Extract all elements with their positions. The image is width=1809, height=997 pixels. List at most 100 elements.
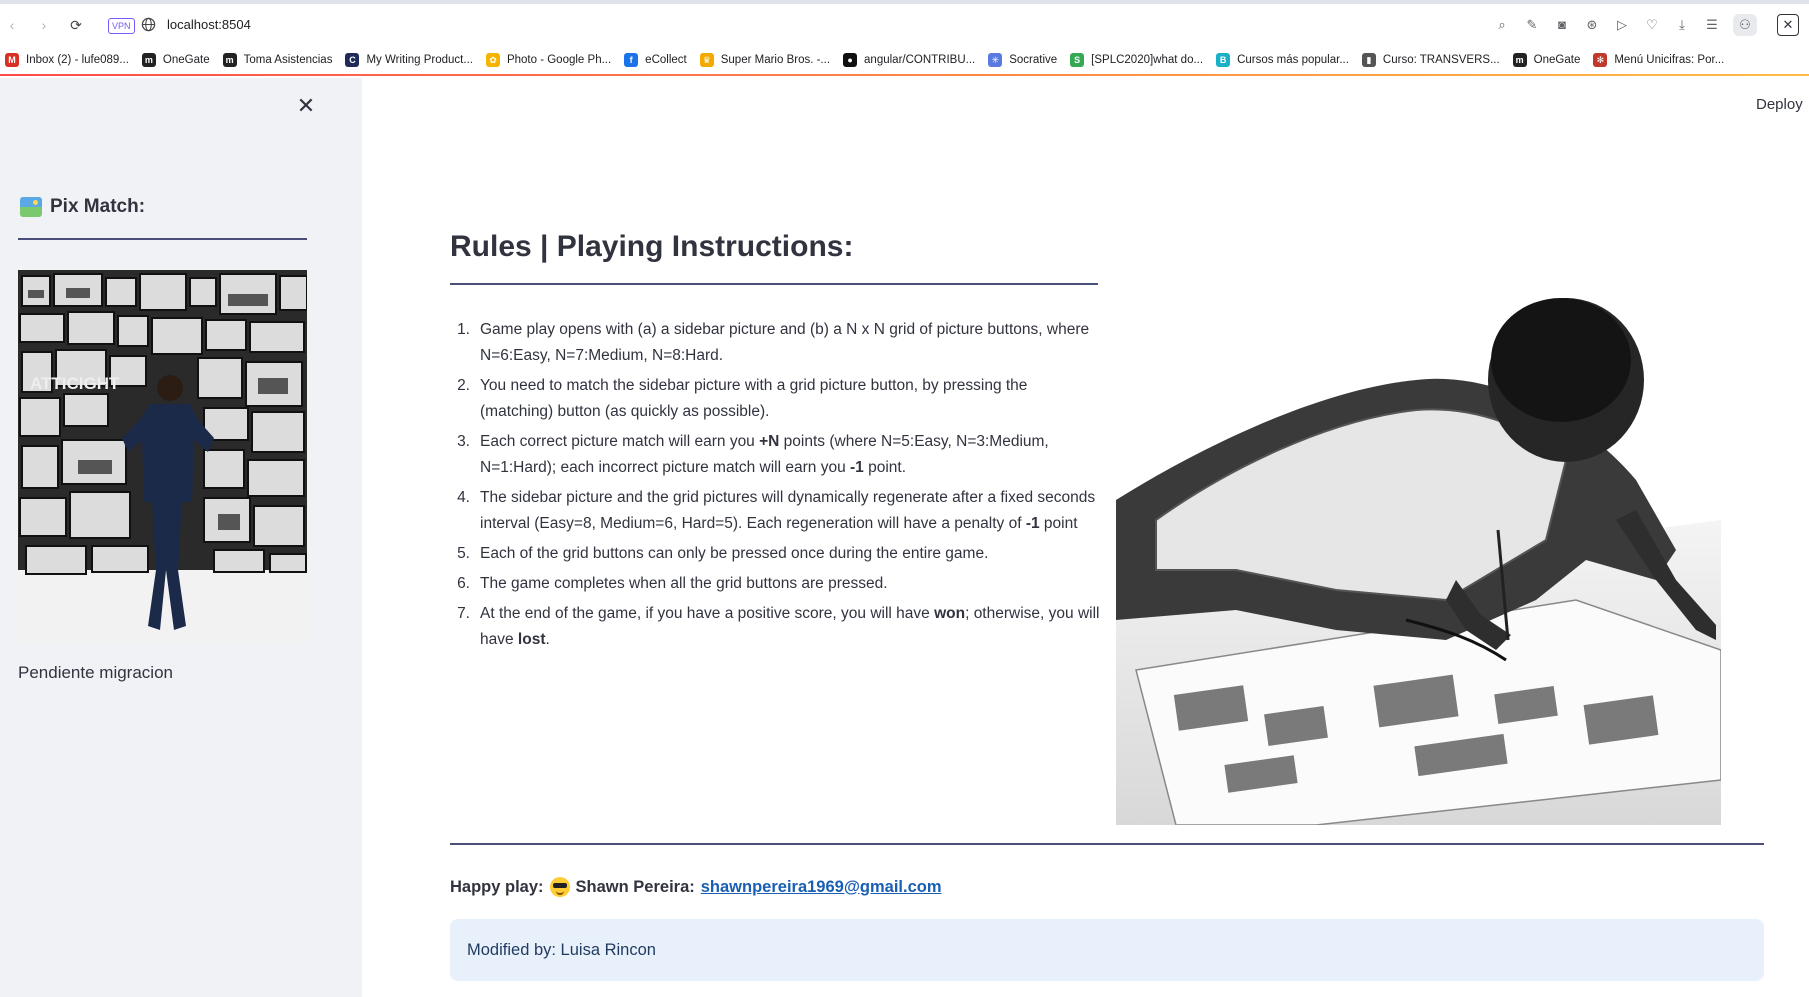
rule-text: Each of the grid buttons can only be pre… — [480, 545, 989, 562]
bookmark-label: Inbox (2) - lufe089... — [26, 53, 129, 66]
page-title: Rules | Playing Instructions: — [450, 230, 854, 263]
bookmark-label: OneGate — [162, 53, 210, 66]
bookmark-item[interactable]: ✿ Photo - Google Ph... — [485, 52, 612, 67]
zoom-icon[interactable]: ⌕ — [1493, 14, 1511, 36]
rule-text: Each correct picture match will earn you… — [480, 433, 1049, 476]
rules-list: 1. Game play opens with (a) a sidebar pic… — [450, 317, 1100, 657]
rule-item: 3. Each correct picture match will earn y… — [450, 429, 1100, 481]
bookmark-item[interactable]: C My Writing Product... — [345, 52, 473, 67]
sidebar-divider — [18, 238, 307, 240]
bookmarks-bar: M Inbox (2) - lufe089... m OneGate m Toma Asi… — [0, 45, 1809, 76]
bookmark-item[interactable]: ✳ Socrative — [988, 52, 1058, 67]
bookmark-label: My Writing Product... — [366, 53, 473, 66]
bookmark-favicon-icon: ♛ — [699, 52, 714, 67]
rule-number: 4. — [457, 489, 470, 506]
rule-number: 7. — [457, 605, 470, 622]
footer-divider — [450, 843, 1764, 845]
rule-number: 1. — [457, 321, 470, 338]
bookmark-favicon-icon: C — [345, 52, 360, 67]
bookmark-label: Cursos más popular... — [1237, 53, 1349, 66]
bookmark-label: Super Mario Bros. -... — [720, 53, 831, 66]
bookmark-item[interactable]: ▮ Curso: TRANSVERS... — [1361, 52, 1500, 67]
title-divider — [450, 283, 1098, 285]
rule-item: 2. You need to match the sidebar picture … — [450, 373, 1100, 425]
bookmark-item[interactable]: M Inbox (2) - lufe089... — [5, 52, 129, 67]
bookmark-item[interactable]: ♛ Super Mario Bros. -... — [699, 52, 831, 67]
sunglasses-emoji-icon — [549, 877, 570, 897]
deploy-button[interactable]: Deploy — [1756, 96, 1803, 113]
credits-prefix: Happy play: — [450, 877, 544, 896]
bookmark-favicon-icon: f — [624, 52, 639, 67]
bookmark-label: Socrative — [1009, 53, 1058, 66]
credits-line: Happy play: Shawn Pereira: shawnpereira1… — [450, 877, 942, 897]
bookmark-label: Curso: TRANSVERS... — [1382, 53, 1500, 66]
bookmark-item[interactable]: ● angular/CONTRIBU... — [843, 52, 976, 67]
bookmark-label: eCollect — [645, 53, 687, 66]
bookmark-item[interactable]: m OneGate — [1512, 52, 1581, 67]
bookmark-label: angular/CONTRIBU... — [864, 53, 976, 66]
rule-text: You need to match the sidebar picture wi… — [480, 377, 1028, 420]
bookmark-label: Menú Unicifras: Por... — [1614, 53, 1725, 66]
heart-icon[interactable]: ♡ — [1643, 14, 1661, 36]
rule-number: 6. — [457, 575, 470, 592]
bookmark-favicon-icon: m — [222, 52, 237, 67]
bookmark-item[interactable]: B Cursos más popular... — [1216, 52, 1349, 67]
modified-by-text: Modified by: Luisa Rincon — [467, 940, 656, 959]
vpn-badge[interactable]: VPN — [108, 18, 135, 34]
close-sidebar-icon[interactable]: ✕ — [296, 95, 316, 117]
reload-icon[interactable]: ⟳ — [68, 17, 84, 33]
globe-icon — [141, 17, 156, 32]
bookmark-favicon-icon: ✿ — [485, 52, 500, 67]
bookmark-favicon-icon: M — [5, 52, 19, 67]
sidebar-title: Pix Match: — [20, 196, 145, 218]
bookmark-favicon-icon: B — [1216, 52, 1231, 67]
bookmark-favicon-icon: m — [141, 52, 156, 67]
forward-icon[interactable]: › — [36, 17, 52, 33]
rule-text: The sidebar picture and the grid picture… — [480, 489, 1096, 532]
rule-item: 7. At the end of the game, if you have a … — [450, 601, 1100, 653]
hero-illustration — [1116, 220, 1721, 825]
back-icon[interactable]: ‹ — [4, 17, 20, 33]
bookmark-favicon-icon: ✻ — [1593, 52, 1608, 67]
sidebar-picture: ATTICIGHT — [18, 270, 307, 642]
bookmark-label: OneGate — [1533, 53, 1581, 66]
bookmark-item[interactable]: m Toma Asistencias — [222, 52, 333, 67]
sidebar-caption: Pendiente migracion — [18, 663, 173, 682]
bookmark-item[interactable]: m OneGate — [141, 52, 210, 67]
menu-icon[interactable]: ☰ — [1703, 14, 1721, 36]
bookmark-label: Photo - Google Ph... — [506, 53, 612, 66]
rule-item: 1. Game play opens with (a) a sidebar pic… — [450, 317, 1100, 369]
rule-text: Game play opens with (a) a sidebar pictu… — [480, 321, 1090, 364]
download-icon[interactable]: ⤓ — [1673, 14, 1691, 36]
picture-icon — [20, 197, 42, 217]
bookmark-favicon-icon: S — [1070, 52, 1085, 67]
rule-item: 6. The game completes when all the grid b… — [450, 571, 1100, 597]
bookmark-item[interactable]: f eCollect — [624, 52, 687, 67]
extension-icon[interactable]: ✕ — [1777, 14, 1799, 36]
address-bar[interactable]: localhost:8504 — [167, 17, 251, 32]
bookmark-favicon-icon: m — [1512, 52, 1527, 67]
bookmark-favicon-icon: ● — [843, 52, 858, 67]
rule-text: At the end of the game, if you have a po… — [480, 605, 1100, 648]
browser-toolbar: ‹ › ⟳ VPN localhost:8504 ⌕ ✎ ◙ ⊛ ▷ ♡ ⤓ ☰… — [0, 0, 1809, 45]
modified-by-info-box: Modified by: Luisa Rincon — [450, 919, 1764, 981]
play-icon[interactable]: ▷ — [1613, 14, 1631, 36]
credits-author: Shawn Pereira: — [575, 877, 695, 896]
rule-number: 3. — [457, 433, 470, 450]
sidebar: ✕ Pix Match: ATTICIGHT Pendiente migraci… — [0, 78, 362, 997]
rule-number: 2. — [457, 377, 470, 394]
rule-text: The game completes when all the grid but… — [480, 575, 888, 592]
shield-icon[interactable]: ⊛ — [1583, 14, 1601, 36]
edit-icon[interactable]: ✎ — [1523, 14, 1541, 36]
sidebar-picture-text: ATTICIGHT — [30, 374, 120, 393]
camera-icon[interactable]: ◙ — [1553, 14, 1571, 36]
bookmark-item[interactable]: ✻ Menú Unicifras: Por... — [1593, 52, 1725, 67]
profile-icon[interactable]: ⚇ — [1733, 14, 1757, 36]
sidebar-title-text: Pix Match: — [50, 196, 146, 217]
rule-item: 4. The sidebar picture and the grid pictu… — [450, 485, 1100, 537]
author-email-link[interactable]: shawnpereira1969@gmail.com — [701, 878, 942, 897]
bookmark-label: Toma Asistencias — [243, 53, 333, 66]
rule-number: 5. — [457, 545, 470, 562]
rule-item: 5. Each of the grid buttons can only be p… — [450, 541, 1100, 567]
bookmark-item[interactable]: S [SPLC2020]what do... — [1070, 52, 1203, 67]
